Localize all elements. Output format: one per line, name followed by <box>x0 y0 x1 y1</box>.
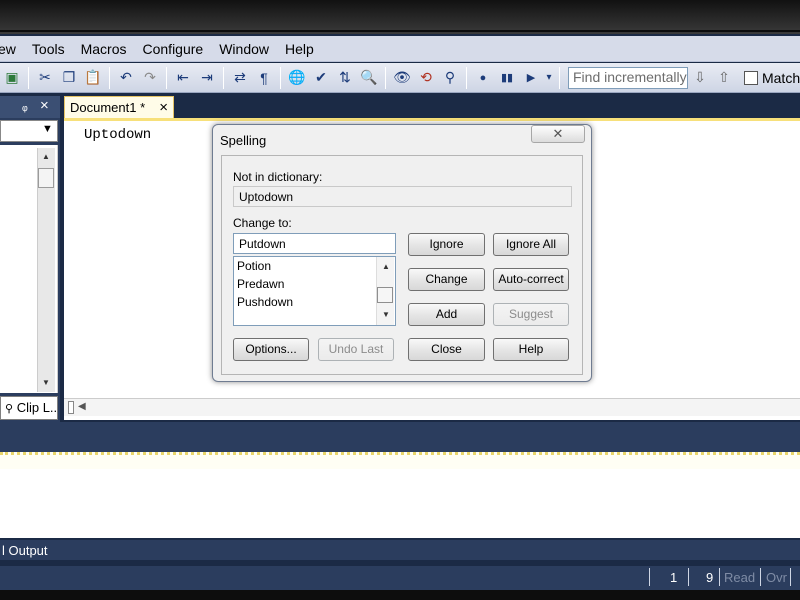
find-incrementally-input[interactable]: Find incrementally <box>568 66 688 89</box>
clip-library-icon: ⚲ <box>5 403 14 415</box>
find-in-files-icon[interactable]: 👁 <box>391 67 413 89</box>
scroll-left-icon[interactable]: ◀ <box>78 401 86 412</box>
not-in-dictionary-field: Uptodown <box>233 186 572 207</box>
output-tab-label: l Output <box>2 543 48 558</box>
replace-icon[interactable]: ⟲ <box>415 67 437 89</box>
document-horizontal-scrollbar[interactable] <box>64 398 800 416</box>
output-tab[interactable]: l Output <box>0 540 800 560</box>
toolbar-overflow-icon[interactable]: ▾ <box>544 67 554 89</box>
window-frame-top <box>0 0 800 34</box>
not-in-dictionary-label: Not in dictionary: <box>233 170 323 184</box>
suggest-button[interactable]: Suggest <box>493 303 569 326</box>
status-read: Read <box>724 570 756 585</box>
document-text[interactable]: Uptodown <box>84 127 151 143</box>
toolbar-separator <box>466 66 467 89</box>
status-separator <box>688 568 689 586</box>
toolbar: ▣ ✂ ❐ 📋 ↶ ↷ ⇤ ⇥ ⇄ ¶ 🌐 ✔ ⇅ 🔍 👁 ⟲ ⚲ ● ▮▮ ▶… <box>0 63 800 93</box>
change-to-input[interactable]: Putdown <box>233 233 396 254</box>
change-to-label: Change to: <box>233 216 292 230</box>
menu-tools[interactable]: Tools <box>24 36 73 62</box>
menu-window[interactable]: Window <box>211 36 277 62</box>
list-item[interactable]: Pushdown <box>237 295 293 309</box>
left-panel-header: ᵩ × <box>0 96 60 118</box>
close-icon[interactable]: × <box>40 97 49 114</box>
match-case-label: Match <box>761 69 800 86</box>
bottom-panel-header <box>0 422 800 452</box>
scroll-down-icon[interactable]: ▼ <box>42 378 50 387</box>
outdent-icon[interactable]: ⇤ <box>172 67 194 89</box>
sort-icon[interactable]: ⇅ <box>334 67 356 89</box>
left-panel-combo[interactable]: ▼ <box>0 120 58 142</box>
toolbar-separator <box>223 66 224 89</box>
status-column: 9 <box>706 570 714 585</box>
play-macro-icon[interactable]: ▶ <box>520 67 542 89</box>
match-case-checkbox[interactable] <box>743 70 758 85</box>
binoculars-icon[interactable]: ⚲ <box>439 67 461 89</box>
menu-configure[interactable]: Configure <box>135 36 212 62</box>
document-tab[interactable]: Document1 * × <box>64 96 174 118</box>
dialog-title: Spelling <box>220 133 267 148</box>
clip-library-tab[interactable]: ⚲ Clip L... <box>0 396 58 420</box>
list-item[interactable]: Potion <box>237 259 271 273</box>
toolbar-separator <box>166 66 167 89</box>
undo-icon[interactable]: ↶ <box>115 67 137 89</box>
close-tab-icon[interactable]: × <box>159 99 168 116</box>
dialog-close-button[interactable]: ✕ <box>531 125 585 143</box>
toolbar-separator <box>280 66 281 89</box>
output-panel-content[interactable] <box>0 469 800 538</box>
auto-correct-button[interactable]: Auto-correct <box>493 268 569 291</box>
menu-macros[interactable]: Macros <box>73 36 135 62</box>
toolbar-separator <box>385 66 386 89</box>
cut-icon[interactable]: ✂ <box>34 67 56 89</box>
find-next-icon[interactable]: ⇩ <box>689 67 711 89</box>
status-separator <box>760 568 761 586</box>
close-button[interactable]: Close <box>408 338 485 361</box>
undo-last-button[interactable]: Undo Last <box>318 338 394 361</box>
redo-icon[interactable]: ↷ <box>139 67 161 89</box>
toolbar-separator <box>109 66 110 89</box>
add-button[interactable]: Add <box>408 303 485 326</box>
toolbar-separator <box>28 66 29 89</box>
suggestions-scroll-thumb[interactable] <box>377 287 393 303</box>
clip-library-tab-label: Clip L... <box>16 400 58 415</box>
indent-icon[interactable]: ⇥ <box>196 67 218 89</box>
document-tab-label: Document1 * <box>70 100 146 115</box>
chevron-down-icon[interactable]: ▼ <box>42 123 53 135</box>
find-previous-icon[interactable]: ⇧ <box>713 67 735 89</box>
change-button[interactable]: Change <box>408 268 485 291</box>
window-frame-bottom <box>0 590 800 600</box>
suggestions-list[interactable]: Potion Predawn Pushdown <box>233 256 396 326</box>
scroll-up-icon[interactable]: ▲ <box>382 262 390 271</box>
scroll-down-icon[interactable]: ▼ <box>382 310 390 319</box>
web-preview-icon[interactable]: 🌐 <box>286 67 308 89</box>
paste-icon[interactable]: 📋 <box>82 67 104 89</box>
menubar: ew Tools Macros Configure Window Help <box>0 36 800 62</box>
copy-icon[interactable]: ❐ <box>58 67 80 89</box>
pin-icon[interactable]: ᵩ <box>22 98 28 113</box>
ignore-all-button[interactable]: Ignore All <box>493 233 569 256</box>
scroll-thumb-marker <box>68 401 74 414</box>
ignore-button[interactable]: Ignore <box>408 233 485 256</box>
menu-view[interactable]: ew <box>0 36 24 62</box>
options-button[interactable]: Options... <box>233 338 309 361</box>
save-all-icon[interactable]: ▣ <box>1 67 23 89</box>
scroll-up-icon[interactable]: ▲ <box>42 152 50 161</box>
status-separator <box>719 568 720 586</box>
status-separator <box>790 568 791 586</box>
left-panel-scroll-thumb[interactable] <box>38 168 54 188</box>
help-button[interactable]: Help <box>493 338 569 361</box>
record-macro-icon[interactable]: ● <box>472 67 494 89</box>
menu-help[interactable]: Help <box>277 36 322 62</box>
list-item[interactable]: Predawn <box>237 277 284 291</box>
word-wrap-icon[interactable]: ⇄ <box>229 67 251 89</box>
status-bar: 1 9 Read Ovr <box>0 566 800 590</box>
find-icon[interactable]: 🔍 <box>358 67 380 89</box>
spellcheck-icon[interactable]: ✔ <box>310 67 332 89</box>
toolbar-separator <box>559 66 560 89</box>
pause-macro-icon[interactable]: ▮▮ <box>496 67 518 89</box>
show-spaces-icon[interactable]: ¶ <box>253 67 275 89</box>
status-separator <box>649 568 650 586</box>
status-ovr: Ovr <box>766 570 787 585</box>
status-line: 1 <box>670 570 678 585</box>
